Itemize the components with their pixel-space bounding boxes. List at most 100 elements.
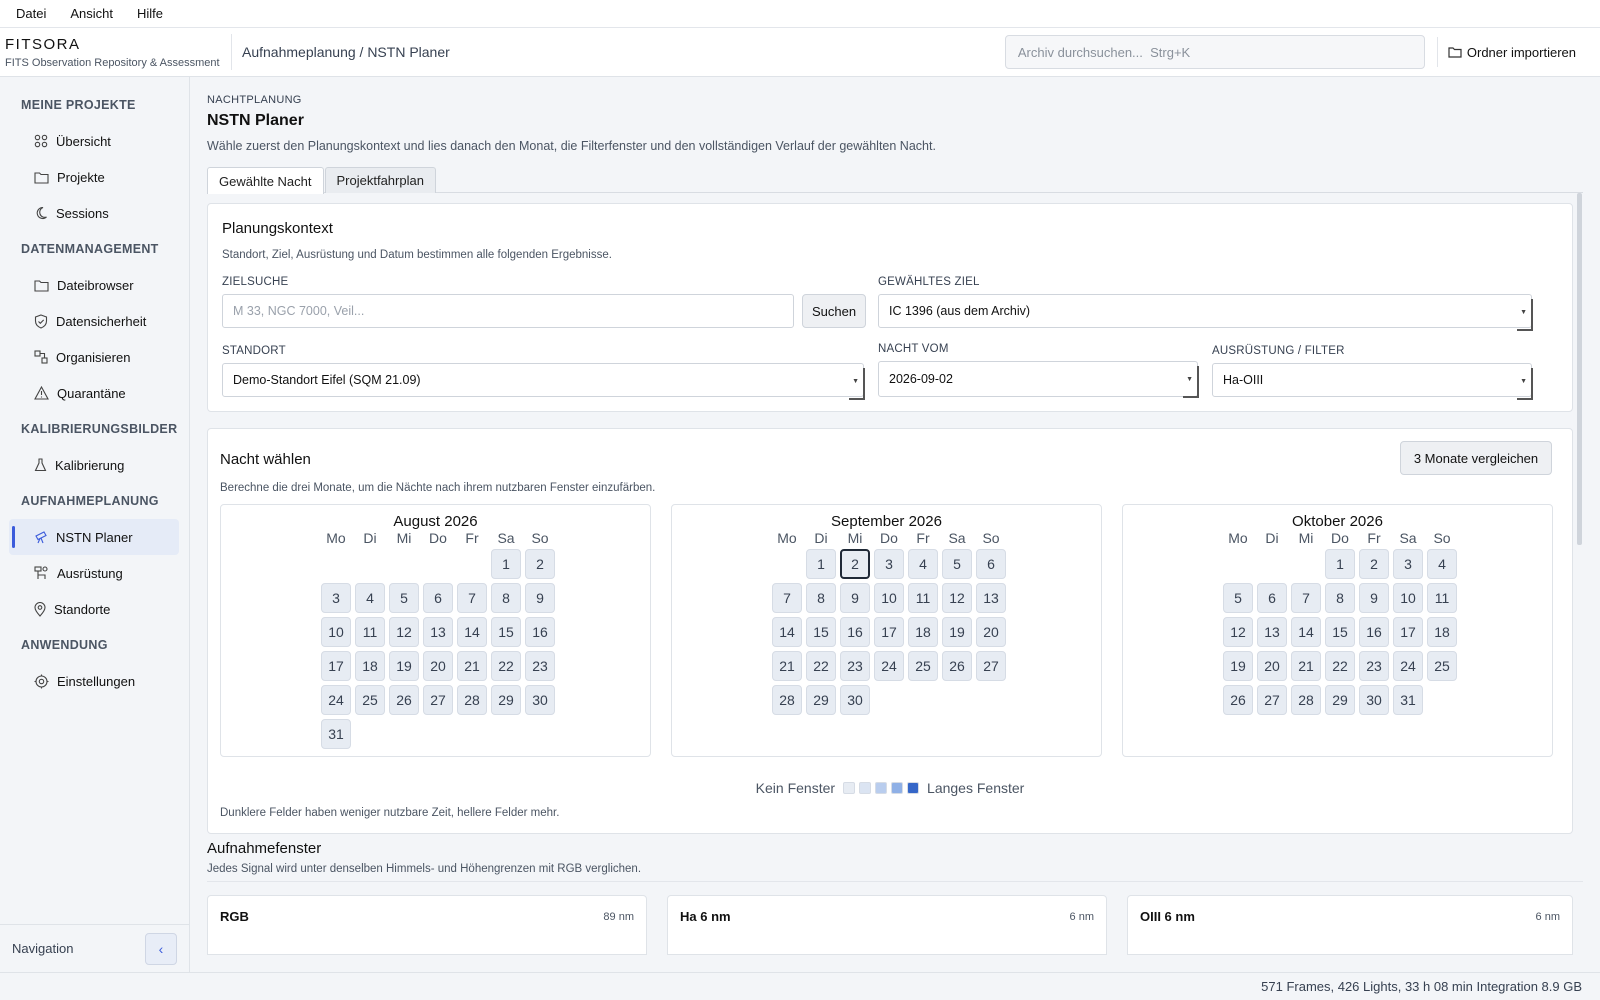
- calendar-day[interactable]: 29: [491, 685, 521, 715]
- calendar-day[interactable]: 24: [874, 651, 904, 681]
- calendar-day[interactable]: 22: [1325, 651, 1355, 681]
- sidebar-item-sessions[interactable]: Sessions: [0, 195, 181, 231]
- menu-hilfe[interactable]: Hilfe: [137, 6, 163, 21]
- calendar-day[interactable]: 6: [976, 549, 1006, 579]
- calendar-day[interactable]: 23: [840, 651, 870, 681]
- calendar-day[interactable]: 8: [491, 583, 521, 613]
- night-date-select[interactable]: 2026-09-02 ▼: [878, 361, 1199, 398]
- import-folder-button[interactable]: Ordner importieren: [1448, 45, 1576, 60]
- calendar-day[interactable]: 11: [355, 617, 385, 647]
- calendar-day[interactable]: 27: [423, 685, 453, 715]
- calendar-day[interactable]: 21: [1291, 651, 1321, 681]
- calendar-day[interactable]: 20: [976, 617, 1006, 647]
- calendar-day[interactable]: 9: [1359, 583, 1389, 613]
- calendar-day[interactable]: 6: [423, 583, 453, 613]
- calendar-day[interactable]: 11: [908, 583, 938, 613]
- calendar-day[interactable]: 30: [1359, 685, 1389, 715]
- calendar-day[interactable]: 19: [1223, 651, 1253, 681]
- calendar-day[interactable]: 7: [457, 583, 487, 613]
- calendar-day[interactable]: 31: [321, 719, 351, 749]
- scrollbar[interactable]: [1577, 193, 1582, 545]
- calendar-day[interactable]: 11: [1427, 583, 1457, 613]
- calendar-day[interactable]: 15: [491, 617, 521, 647]
- compare-months-button[interactable]: 3 Monate vergleichen: [1400, 441, 1552, 475]
- calendar-day[interactable]: 1: [491, 549, 521, 579]
- calendar-day[interactable]: 27: [1257, 685, 1287, 715]
- calendar-day[interactable]: 2: [1359, 549, 1389, 579]
- sidebar-item-nstn-planer[interactable]: NSTN Planer: [9, 519, 179, 555]
- calendar-day[interactable]: 30: [525, 685, 555, 715]
- calendar-day[interactable]: 21: [457, 651, 487, 681]
- calendar-day[interactable]: 13: [976, 583, 1006, 613]
- calendar-day[interactable]: 1: [1325, 549, 1355, 579]
- calendar-day-selected[interactable]: 2: [840, 549, 870, 579]
- calendar-day[interactable]: 24: [321, 685, 351, 715]
- calendar-day[interactable]: 28: [457, 685, 487, 715]
- calendar-day[interactable]: 13: [1257, 617, 1287, 647]
- calendar-day[interactable]: 26: [1223, 685, 1253, 715]
- calendar-day[interactable]: 18: [1427, 617, 1457, 647]
- calendar-day[interactable]: 17: [874, 617, 904, 647]
- calendar-day[interactable]: 26: [389, 685, 419, 715]
- sidebar-item-einstellungen[interactable]: Einstellungen: [0, 663, 181, 699]
- calendar-day[interactable]: 3: [874, 549, 904, 579]
- calendar-day[interactable]: 15: [806, 617, 836, 647]
- calendar-day[interactable]: 10: [874, 583, 904, 613]
- calendar-day[interactable]: 25: [908, 651, 938, 681]
- calendar-day[interactable]: 29: [806, 685, 836, 715]
- calendar-day[interactable]: 12: [389, 617, 419, 647]
- calendar-day[interactable]: 16: [1359, 617, 1389, 647]
- calendar-day[interactable]: 23: [525, 651, 555, 681]
- calendar-day[interactable]: 18: [355, 651, 385, 681]
- calendar-day[interactable]: 5: [942, 549, 972, 579]
- calendar-day[interactable]: 24: [1393, 651, 1423, 681]
- sidebar-item-uebersicht[interactable]: Übersicht: [0, 123, 181, 159]
- calendar-day[interactable]: 28: [772, 685, 802, 715]
- calendar-day[interactable]: 2: [525, 549, 555, 579]
- tab-project-roadmap[interactable]: Projektfahrplan: [324, 167, 436, 193]
- calendar-day[interactable]: 16: [840, 617, 870, 647]
- calendar-day[interactable]: 17: [321, 651, 351, 681]
- calendar-day[interactable]: 3: [321, 583, 351, 613]
- calendar-day[interactable]: 25: [355, 685, 385, 715]
- search-input[interactable]: [1004, 35, 1425, 69]
- calendar-day[interactable]: 5: [1223, 583, 1253, 613]
- target-search-input[interactable]: [222, 294, 794, 328]
- calendar-day[interactable]: 5: [389, 583, 419, 613]
- calendar-day[interactable]: 19: [389, 651, 419, 681]
- menu-ansicht[interactable]: Ansicht: [70, 6, 113, 21]
- calendar-day[interactable]: 7: [1291, 583, 1321, 613]
- calendar-day[interactable]: 18: [908, 617, 938, 647]
- calendar-day[interactable]: 17: [1393, 617, 1423, 647]
- sidebar-item-organisieren[interactable]: Organisieren: [0, 339, 181, 375]
- sidebar-item-kalibrierung[interactable]: Kalibrierung: [0, 447, 181, 483]
- calendar-day[interactable]: 4: [908, 549, 938, 579]
- search-target-button[interactable]: Suchen: [802, 294, 866, 328]
- calendar-day[interactable]: 3: [1393, 549, 1423, 579]
- sidebar-item-ausruestung[interactable]: Ausrüstung: [0, 555, 181, 591]
- calendar-day[interactable]: 13: [423, 617, 453, 647]
- calendar-day[interactable]: 10: [321, 617, 351, 647]
- calendar-day[interactable]: 14: [772, 617, 802, 647]
- calendar-day[interactable]: 8: [1325, 583, 1355, 613]
- calendar-day[interactable]: 10: [1393, 583, 1423, 613]
- site-select[interactable]: Demo-Standort Eifel (SQM 21.09) ▼: [222, 363, 865, 400]
- calendar-day[interactable]: 9: [840, 583, 870, 613]
- calendar-day[interactable]: 6: [1257, 583, 1287, 613]
- calendar-day[interactable]: 15: [1325, 617, 1355, 647]
- calendar-day[interactable]: 30: [840, 685, 870, 715]
- calendar-day[interactable]: 25: [1427, 651, 1457, 681]
- calendar-day[interactable]: 1: [806, 549, 836, 579]
- calendar-day[interactable]: 21: [772, 651, 802, 681]
- calendar-day[interactable]: 8: [806, 583, 836, 613]
- calendar-day[interactable]: 19: [942, 617, 972, 647]
- calendar-day[interactable]: 20: [1257, 651, 1287, 681]
- sidebar-item-dateibrowser[interactable]: Dateibrowser: [0, 267, 181, 303]
- calendar-day[interactable]: 28: [1291, 685, 1321, 715]
- calendar-day[interactable]: 4: [355, 583, 385, 613]
- sidebar-item-quarantaene[interactable]: Quarantäne: [0, 375, 181, 411]
- sidebar-item-datensicherheit[interactable]: Datensicherheit: [0, 303, 181, 339]
- calendar-day[interactable]: 9: [525, 583, 555, 613]
- sidebar-item-standorte[interactable]: Standorte: [0, 591, 181, 627]
- calendar-day[interactable]: 23: [1359, 651, 1389, 681]
